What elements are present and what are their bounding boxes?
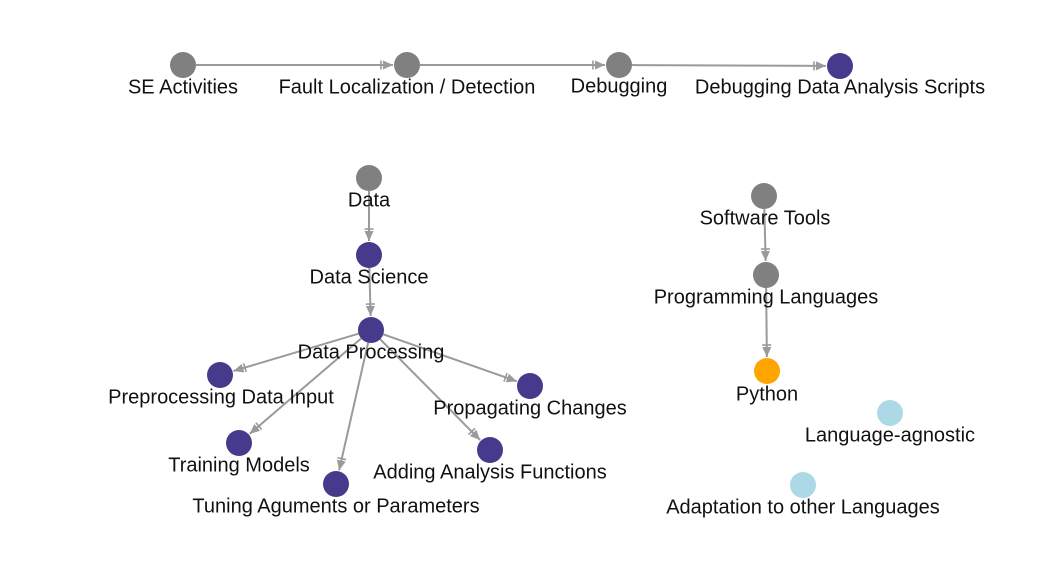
node-label-tuning: Tuning Aguments or Parameters xyxy=(192,495,479,517)
node-fault xyxy=(394,52,420,78)
node-label-adding: Adding Analysis Functions xyxy=(373,461,606,483)
node-label-python: Python xyxy=(736,383,798,405)
node-adding xyxy=(477,437,503,463)
node-tuning xyxy=(323,471,349,497)
node-propagating xyxy=(517,373,543,399)
node-softwaretools xyxy=(751,183,777,209)
node-label-preprocessing: Preprocessing Data Input xyxy=(108,386,334,408)
node-label-data: Data xyxy=(348,189,391,211)
node-label-datascience: Data Science xyxy=(310,266,429,288)
edge-debugging-debugscripts xyxy=(631,61,827,71)
node-label-proglang: Programming Languages xyxy=(654,286,879,308)
node-label-dataprocessing: Data Processing xyxy=(298,341,445,363)
node-label-agnostic: Language-agnostic xyxy=(805,424,975,446)
node-label-debugscripts: Debugging Data Analysis Scripts xyxy=(695,76,985,98)
node-label-se: SE Activities xyxy=(128,76,238,98)
node-adaptation xyxy=(790,472,816,498)
node-data xyxy=(356,165,382,191)
edge-se-fault xyxy=(196,60,393,70)
edge-fault-debugging xyxy=(420,60,605,70)
node-dataprocessing xyxy=(358,317,384,343)
node-debugging xyxy=(606,52,632,78)
node-layer xyxy=(170,52,903,498)
node-training xyxy=(226,430,252,456)
concept-graph: SE Activities Fault Localization / Detect… xyxy=(0,0,1063,581)
node-proglang xyxy=(753,262,779,288)
node-label-fault: Fault Localization / Detection xyxy=(279,76,536,98)
node-python xyxy=(754,358,780,384)
node-label-adaptation: Adaptation to other Languages xyxy=(666,496,940,518)
node-label-softwaretools: Software Tools xyxy=(700,207,831,229)
graph-svg: SE Activities Fault Localization / Detect… xyxy=(108,52,985,518)
node-label-debugging: Debugging xyxy=(571,75,668,97)
node-label-training: Training Models xyxy=(168,454,310,476)
node-se xyxy=(170,52,196,78)
node-datascience xyxy=(356,242,382,268)
node-preprocessing xyxy=(207,362,233,388)
node-label-propagating: Propagating Changes xyxy=(433,397,626,419)
node-agnostic xyxy=(877,400,903,426)
node-debugscripts xyxy=(827,53,853,79)
